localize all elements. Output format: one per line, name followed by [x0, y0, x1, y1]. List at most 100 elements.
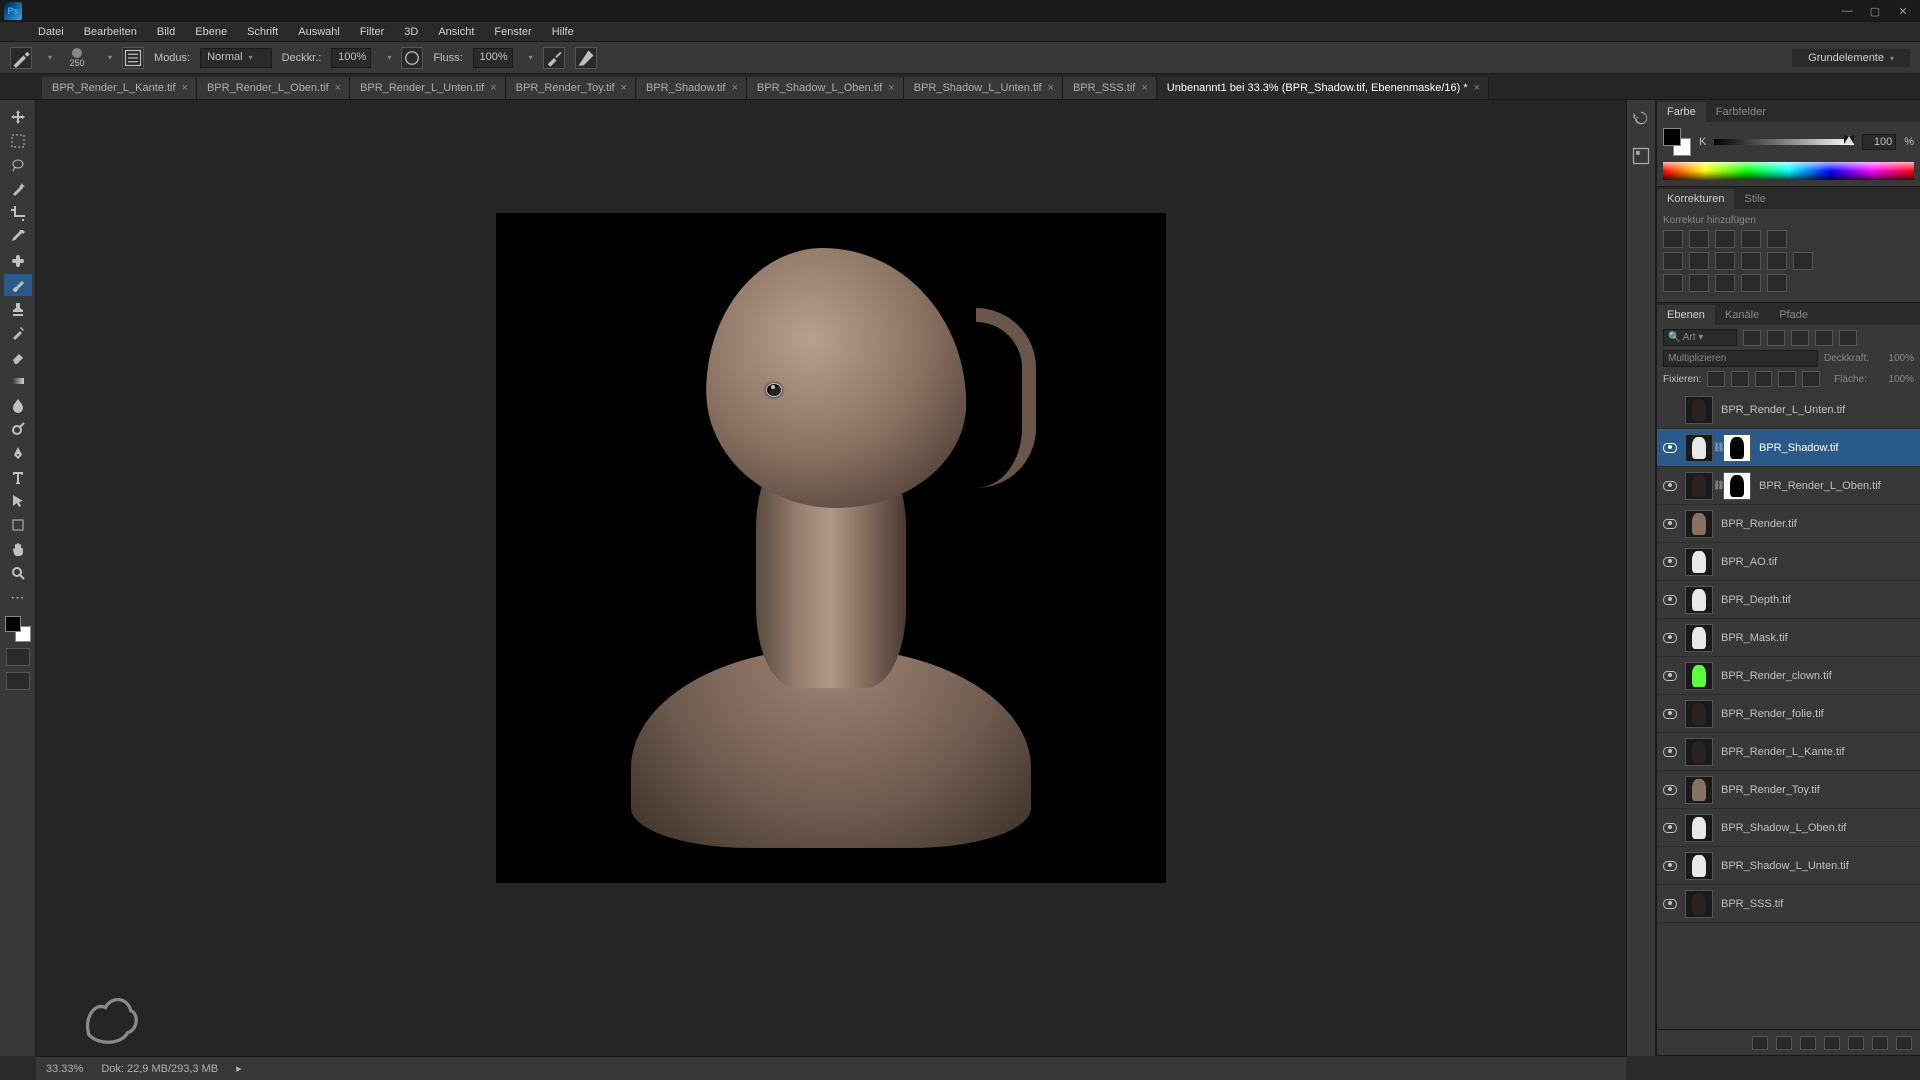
- tool-preset-icon[interactable]: [10, 47, 32, 69]
- layer-thumbnail[interactable]: [1685, 472, 1713, 500]
- channelmixer-icon[interactable]: [1767, 252, 1787, 270]
- document-tab[interactable]: BPR_Render_L_Oben.tif×: [197, 77, 350, 99]
- opacity-input[interactable]: 100%: [331, 48, 371, 68]
- menu-item[interactable]: Filter: [350, 23, 394, 41]
- lock-trans-icon[interactable]: [1707, 371, 1725, 387]
- gradient-tool[interactable]: [4, 370, 32, 392]
- colorbalance-icon[interactable]: [1689, 252, 1709, 270]
- layer-row[interactable]: BPR_Mask.tif: [1657, 619, 1920, 657]
- menu-item[interactable]: Bearbeiten: [74, 23, 147, 41]
- menu-item[interactable]: Fenster: [484, 23, 541, 41]
- layer-thumbnail[interactable]: [1685, 814, 1713, 842]
- menu-item[interactable]: Schrift: [237, 23, 288, 41]
- canvas-area[interactable]: [36, 100, 1626, 1056]
- visibility-toggle[interactable]: [1657, 557, 1683, 567]
- layer-row[interactable]: BPR_SSS.tif: [1657, 885, 1920, 923]
- color-spectrum[interactable]: [1663, 162, 1914, 180]
- visibility-toggle[interactable]: [1657, 519, 1683, 529]
- brush-preview[interactable]: 250: [62, 47, 92, 69]
- filter-shape-icon[interactable]: [1815, 330, 1833, 346]
- quickmask-icon[interactable]: [6, 648, 30, 666]
- layer-name[interactable]: BPR_SSS.tif: [1721, 898, 1783, 910]
- mask-thumbnail[interactable]: [1723, 472, 1751, 500]
- exposure-icon[interactable]: [1741, 230, 1761, 248]
- tab-adjustments[interactable]: Korrekturen: [1657, 189, 1734, 209]
- layer-name[interactable]: BPR_Shadow.tif: [1759, 442, 1839, 454]
- flow-input[interactable]: 100%: [473, 48, 513, 68]
- layer-thumbnail[interactable]: [1685, 586, 1713, 614]
- layer-thumbnail[interactable]: [1685, 396, 1713, 424]
- workspace-switcher[interactable]: Grundelemente▾: [1792, 49, 1910, 67]
- layer-row[interactable]: BPR_Render.tif: [1657, 505, 1920, 543]
- menu-item[interactable]: Datei: [28, 23, 74, 41]
- document-tab[interactable]: BPR_Shadow.tif×: [636, 77, 747, 99]
- blend-mode-select[interactable]: Normal▾: [200, 48, 271, 68]
- layer-row[interactable]: BPR_Depth.tif: [1657, 581, 1920, 619]
- screenmode-icon[interactable]: [6, 672, 30, 690]
- document-tab[interactable]: BPR_Shadow_L_Unten.tif×: [904, 77, 1063, 99]
- foreground-color-swatch[interactable]: [5, 616, 21, 632]
- visibility-toggle[interactable]: [1657, 899, 1683, 909]
- layer-name[interactable]: BPR_AO.tif: [1721, 556, 1777, 568]
- crop-tool[interactable]: [4, 202, 32, 224]
- gradientmap-icon[interactable]: [1741, 274, 1761, 292]
- close-icon[interactable]: ×: [888, 82, 894, 94]
- layer-name[interactable]: BPR_Depth.tif: [1721, 594, 1791, 606]
- lock-position-icon[interactable]: [1755, 371, 1773, 387]
- mask-link-icon[interactable]: ⛓: [1713, 442, 1721, 453]
- layer-row[interactable]: BPR_Render_L_Kante.tif: [1657, 733, 1920, 771]
- blend-mode-select[interactable]: Multiplizieren: [1663, 350, 1818, 367]
- levels-icon[interactable]: [1689, 230, 1709, 248]
- shape-tool[interactable]: [4, 514, 32, 536]
- tab-channels[interactable]: Kanäle: [1715, 305, 1769, 325]
- photofilter-icon[interactable]: [1741, 252, 1761, 270]
- close-icon[interactable]: ×: [1141, 82, 1147, 94]
- window-minimize[interactable]: —: [1840, 4, 1854, 18]
- brightness-icon[interactable]: [1663, 230, 1683, 248]
- more-tools-icon[interactable]: ⋯: [4, 586, 32, 608]
- document-tab[interactable]: BPR_Render_Toy.tif×: [506, 77, 636, 99]
- layer-name[interactable]: BPR_Render_Toy.tif: [1721, 784, 1820, 796]
- document-size[interactable]: Dok: 22,9 MB/293,3 MB: [101, 1063, 218, 1075]
- adjustment-layer-icon[interactable]: [1824, 1036, 1840, 1050]
- layer-row[interactable]: BPR_Render_Toy.tif: [1657, 771, 1920, 809]
- opacity-value[interactable]: 100%: [1872, 353, 1914, 364]
- layer-row[interactable]: BPR_Render_folie.tif: [1657, 695, 1920, 733]
- visibility-toggle[interactable]: [1657, 443, 1683, 453]
- layer-name[interactable]: BPR_Mask.tif: [1721, 632, 1788, 644]
- tab-paths[interactable]: Pfade: [1769, 305, 1818, 325]
- layer-name[interactable]: BPR_Render_L_Unten.tif: [1721, 404, 1845, 416]
- layer-row[interactable]: BPR_AO.tif: [1657, 543, 1920, 581]
- path-select-tool[interactable]: [4, 490, 32, 512]
- history-panel-icon[interactable]: [1631, 108, 1651, 128]
- close-icon[interactable]: ×: [731, 82, 737, 94]
- menu-item[interactable]: Ansicht: [428, 23, 484, 41]
- threshold-icon[interactable]: [1715, 274, 1735, 292]
- window-maximize[interactable]: ▢: [1868, 4, 1882, 18]
- bw-icon[interactable]: [1715, 252, 1735, 270]
- document-tab[interactable]: BPR_Shadow_L_Oben.tif×: [747, 77, 904, 99]
- dodge-tool[interactable]: [4, 418, 32, 440]
- window-close[interactable]: ✕: [1896, 4, 1910, 18]
- hand-tool[interactable]: [4, 538, 32, 560]
- menu-item[interactable]: Auswahl: [288, 23, 350, 41]
- visibility-toggle[interactable]: [1657, 633, 1683, 643]
- layer-name[interactable]: BPR_Render_L_Oben.tif: [1759, 480, 1881, 492]
- filter-adjust-icon[interactable]: [1767, 330, 1785, 346]
- layer-thumbnail[interactable]: [1685, 662, 1713, 690]
- lock-pixels-icon[interactable]: [1731, 371, 1749, 387]
- visibility-toggle[interactable]: [1657, 671, 1683, 681]
- layer-filter-select[interactable]: 🔍 Art ▾: [1663, 329, 1737, 346]
- wand-tool[interactable]: [4, 178, 32, 200]
- blur-tool[interactable]: [4, 394, 32, 416]
- curves-icon[interactable]: [1715, 230, 1735, 248]
- chevron-down-icon[interactable]: ▾: [387, 53, 391, 62]
- zoom-tool[interactable]: [4, 562, 32, 584]
- menu-item[interactable]: 3D: [394, 23, 428, 41]
- document-tab[interactable]: BPR_Render_L_Unten.tif×: [350, 77, 506, 99]
- close-icon[interactable]: ×: [1048, 82, 1054, 94]
- visibility-toggle[interactable]: [1657, 785, 1683, 795]
- pressure-size-icon[interactable]: [575, 47, 597, 69]
- visibility-toggle[interactable]: [1657, 747, 1683, 757]
- close-icon[interactable]: ×: [335, 82, 341, 94]
